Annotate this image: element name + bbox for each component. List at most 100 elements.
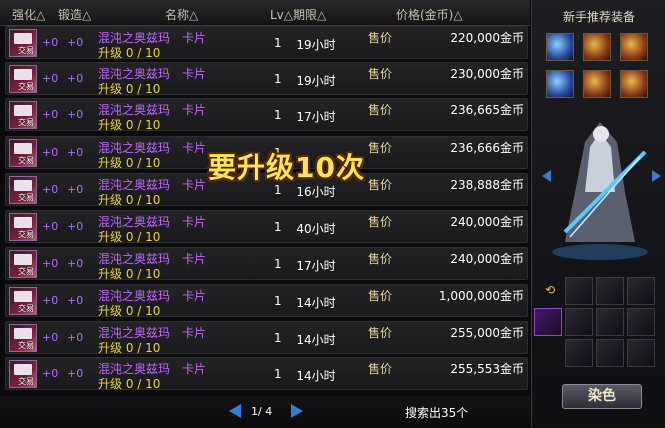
enhance-value: +0	[42, 146, 59, 159]
trade-label: 交易	[18, 118, 34, 127]
search-result-count: 搜索出35个	[405, 406, 469, 420]
table-row[interactable]: 交易 +0 +0 混沌之奥兹玛 卡片 升级 0 / 10 1 14小时 售价 255,000金币	[5, 321, 528, 355]
dye-button[interactable]: 染色	[562, 384, 642, 409]
item-level: 1	[274, 367, 282, 381]
avatar-slot-icon[interactable]	[534, 308, 562, 336]
table-row[interactable]: 交易 +0 +0 混沌之奥兹玛 卡片 升级 0 / 10 1 14小时 售价 1,000,000…	[5, 284, 528, 318]
card-face	[14, 180, 32, 191]
item-price: 240,000金币	[450, 215, 524, 229]
equip-slot-icon[interactable]	[546, 33, 574, 61]
item-price: 255,553金币	[450, 362, 524, 376]
card-face	[14, 143, 32, 154]
trade-label: 交易	[18, 304, 34, 313]
equip-slot-icon[interactable]	[620, 70, 648, 98]
table-row[interactable]: 交易 +0 +0 混沌之奥兹玛 卡片 升级 0 / 10 1 17小时 售价 240,000金币	[5, 247, 528, 281]
item-price: 1,000,000金币	[438, 289, 524, 303]
avatar-slot-icon[interactable]	[596, 339, 624, 367]
equip-slot-icon[interactable]	[620, 33, 648, 61]
equip-slot-icon[interactable]	[546, 70, 574, 98]
rotate-right-icon[interactable]	[652, 170, 661, 182]
card-face	[14, 105, 32, 116]
forge-value: +0	[67, 331, 84, 344]
col-name-sort[interactable]: 名称△	[165, 6, 198, 23]
upgrade-progress: 升级 0 / 10	[98, 118, 161, 132]
trade-label: 交易	[18, 341, 34, 350]
forge-value: +0	[67, 183, 84, 196]
item-period: 40小时	[296, 222, 336, 236]
upgrade-progress: 升级 0 / 10	[98, 267, 161, 281]
col-forge-sort[interactable]: 锻造△	[58, 6, 91, 23]
equip-slot-icon[interactable]	[583, 33, 611, 61]
forge-value: +0	[67, 294, 84, 307]
item-price: 236,665金币	[450, 103, 524, 117]
card-face	[14, 33, 32, 44]
table-row[interactable]: 交易 +0 +0 混沌之奥兹玛 卡片 升级 0 / 10 1 17小时 售价 236,665金币	[5, 98, 528, 132]
avatar-slot-icon[interactable]	[565, 308, 593, 336]
equip-slot-icon[interactable]	[583, 70, 611, 98]
page-indicator: 1/ 4	[251, 405, 273, 418]
item-period: 14小时	[296, 333, 336, 347]
table-row[interactable]: 交易 +0 +0 混沌之奥兹玛 卡片 升级 0 / 10 1 19小时 售价 230,000金币	[5, 62, 528, 96]
enhance-value: +0	[42, 36, 59, 49]
item-level: 1	[274, 72, 282, 86]
avatar-slot-icon[interactable]	[596, 277, 624, 305]
item-price: 240,000金币	[450, 252, 524, 266]
avatar-slot-icon[interactable]	[596, 308, 624, 336]
sell-label: 售价	[368, 31, 393, 45]
avatar-slot-icon[interactable]	[565, 339, 593, 367]
col-lv-period-sort[interactable]: Lv△期限△	[270, 6, 326, 23]
avatar-slot-icon[interactable]	[565, 277, 593, 305]
card-item-icon: 交易	[9, 213, 37, 241]
card-item-icon: 交易	[9, 360, 37, 388]
item-level: 1	[274, 36, 282, 50]
forge-value: +0	[67, 257, 84, 270]
enhance-value: +0	[42, 220, 59, 233]
character-preview	[552, 122, 648, 260]
enhance-value: +0	[42, 367, 59, 380]
forge-value: +0	[67, 367, 84, 380]
forge-value: +0	[67, 36, 84, 49]
prev-page-icon[interactable]	[229, 404, 241, 418]
card-item-icon: 交易	[9, 139, 37, 167]
sell-label: 售价	[368, 178, 393, 192]
trade-label: 交易	[18, 156, 34, 165]
enhance-value: +0	[42, 257, 59, 270]
avatar-slot-icon[interactable]	[627, 277, 655, 305]
table-row[interactable]: 交易 +0 +0 混沌之奥兹玛 卡片 升级 0 / 10 1 14小时 售价 255,553金币	[5, 357, 528, 391]
sell-label: 售价	[368, 252, 393, 266]
sell-label: 售价	[368, 362, 393, 376]
table-row[interactable]: 交易 +0 +0 混沌之奥兹玛 卡片 升级 0 / 10 1 40小时 售价 240,000金币	[5, 210, 528, 244]
item-price: 230,000金币	[450, 67, 524, 81]
refresh-icon[interactable]: ⟲	[545, 283, 555, 297]
forge-value: +0	[67, 146, 84, 159]
avatar-slot-icon[interactable]	[627, 308, 655, 336]
card-item-icon: 交易	[9, 250, 37, 278]
avatar-slot-icon[interactable]	[627, 339, 655, 367]
item-period: 17小时	[296, 259, 336, 273]
forge-value: +0	[67, 72, 84, 85]
upgrade-progress: 升级 0 / 10	[98, 230, 161, 244]
sell-label: 售价	[368, 67, 393, 81]
item-level: 1	[274, 331, 282, 345]
sell-label: 售价	[368, 326, 393, 340]
forge-value: +0	[67, 220, 84, 233]
item-level: 1	[274, 294, 282, 308]
overlay-caption: 要升级10次	[208, 151, 365, 184]
col-enhance-sort[interactable]: 强化△	[12, 6, 45, 23]
card-face	[14, 254, 32, 265]
table-row[interactable]: 交易 +0 +0 混沌之奥兹玛 卡片 升级 0 / 10 1 19小时 售价 220,000金币	[5, 26, 528, 60]
upgrade-progress: 升级 0 / 10	[98, 46, 161, 60]
sell-label: 售价	[368, 289, 393, 303]
trade-label: 交易	[18, 377, 34, 386]
pagination: 1/ 4	[225, 402, 310, 422]
card-face	[14, 217, 32, 228]
card-face	[14, 291, 32, 302]
panel-title: 新手推荐装备	[562, 10, 635, 24]
trade-label: 交易	[18, 193, 34, 202]
col-price-sort[interactable]: 价格(金币)△	[396, 6, 463, 23]
item-level: 1	[274, 220, 282, 234]
card-item-icon: 交易	[9, 176, 37, 204]
upgrade-progress: 升级 0 / 10	[98, 304, 161, 318]
next-page-icon[interactable]	[291, 404, 303, 418]
card-item-icon: 交易	[9, 287, 37, 315]
